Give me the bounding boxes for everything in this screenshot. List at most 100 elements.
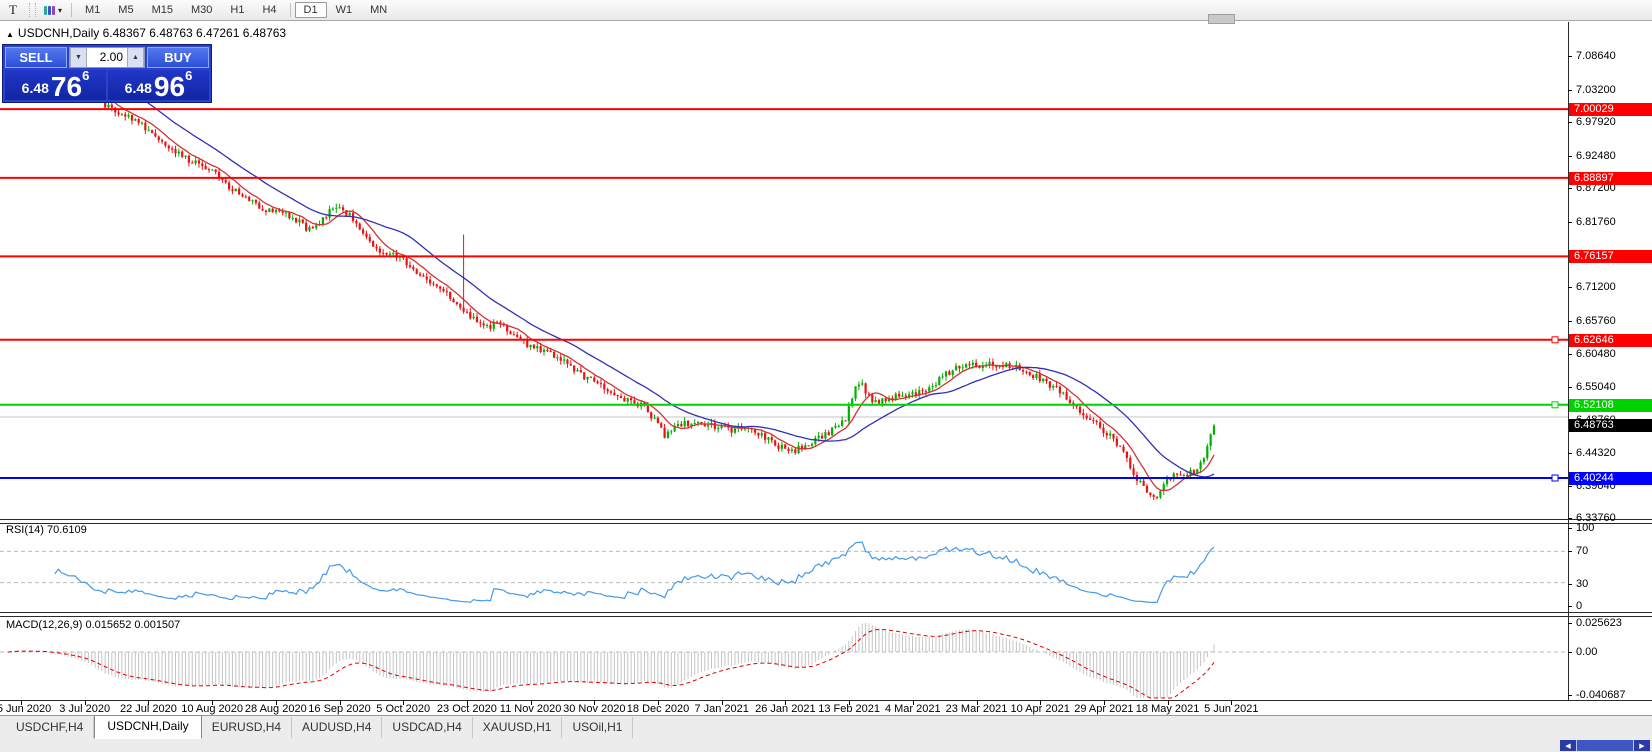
scroll-left-icon[interactable]: ◀ <box>1560 740 1576 751</box>
date-axis-tick <box>1040 701 1042 705</box>
chart-tab-eurusd[interactable]: EURUSD,H4 <box>202 717 293 738</box>
macd-tick-mark <box>1568 652 1572 653</box>
date-axis-tick <box>466 701 468 705</box>
price-tick-mark <box>1568 222 1572 223</box>
bottom-scrollbar-thumb[interactable] <box>1577 740 1633 751</box>
pane-separator[interactable] <box>0 612 1652 613</box>
rsi-tick-mark <box>1568 584 1572 585</box>
timeframe-button-m15[interactable]: M15 <box>143 2 182 18</box>
volume-increase-button[interactable]: ▲ <box>127 48 144 67</box>
timeframe-button-mn[interactable]: MN <box>361 2 396 18</box>
volume-stepper: ▼ 2.00 ▲ <box>69 47 145 68</box>
timeframe-button-w1[interactable]: W1 <box>327 2 362 18</box>
price-level-badge: 6.40244 <box>1569 472 1652 485</box>
chart-tab-usdcad[interactable]: USDCAD,H4 <box>382 717 473 738</box>
timeframe-button-group: M1 M5 M15 M30 H1 H4 D1 W1 MN <box>76 2 396 18</box>
volume-decrease-button[interactable]: ▼ <box>70 48 87 67</box>
price-tick-mark <box>1568 90 1572 91</box>
chart-tab-xauusd[interactable]: XAUUSD,H1 <box>473 717 563 738</box>
rsi-tick-label: 100 <box>1576 522 1595 534</box>
price-tick-mark <box>1568 122 1572 123</box>
sell-button[interactable]: SELL <box>5 47 67 68</box>
macd-tick-mark <box>1568 695 1572 696</box>
date-axis-tick <box>403 701 405 705</box>
buy-price-prefix: 6.48 <box>124 80 152 96</box>
date-axis-tick <box>212 701 214 705</box>
macd-tick-label: 0.025623 <box>1576 617 1622 629</box>
date-axis-tick <box>1103 701 1105 705</box>
price-level-badge: 6.76157 <box>1569 250 1652 263</box>
price-tick-mark <box>1568 486 1572 487</box>
timeframe-button-m1[interactable]: M1 <box>76 2 109 18</box>
chart-tab-bar: USDCHF,H4 USDCNH,Daily EURUSD,H4 AUDUSD,H4 U… <box>0 715 1652 739</box>
rsi-tick-mark <box>1568 551 1572 552</box>
text-tool-button[interactable]: T <box>1 1 25 19</box>
timeframe-button-m5[interactable]: M5 <box>109 2 142 18</box>
date-axis-tick <box>912 701 914 705</box>
macd-tick-mark <box>1568 623 1572 624</box>
scroll-right-icon[interactable]: ▶ <box>1634 740 1650 751</box>
chart-tab-usdchf[interactable]: USDCHF,H4 <box>6 717 95 738</box>
macd-tick-label: -0.040687 <box>1576 689 1626 701</box>
crayon-icon <box>48 5 51 15</box>
price-tick-label: 6.60480 <box>1576 348 1616 360</box>
chevron-down-icon: ▾ <box>58 5 63 15</box>
date-axis-tick <box>84 701 86 705</box>
chart-collapse-icon[interactable]: ▲ <box>6 30 14 39</box>
buy-button[interactable]: BUY <box>147 47 209 68</box>
price-tick-mark <box>1568 188 1572 189</box>
date-axis-tick <box>721 701 723 705</box>
sell-price-pip: 6 <box>82 68 90 83</box>
price-tick-label: 6.92480 <box>1576 150 1616 162</box>
price-tick-mark <box>1568 354 1572 355</box>
crayon-icon <box>44 5 47 15</box>
date-axis-tick <box>1231 701 1233 705</box>
price-tick-mark <box>1568 156 1572 157</box>
toolbar-separator <box>289 3 291 17</box>
price-axis-line <box>1568 22 1569 701</box>
date-axis-tick <box>849 701 851 705</box>
crayon-icon <box>52 5 55 15</box>
drawing-tools-button[interactable]: ▾ <box>40 1 66 19</box>
chart-scrollbar-thumb[interactable] <box>1208 14 1235 24</box>
price-tick-mark <box>1568 387 1572 388</box>
price-tick-label: 6.44320 <box>1576 447 1616 459</box>
price-tick-label: 6.97920 <box>1576 116 1616 128</box>
price-level-badge: 6.62646 <box>1569 334 1652 347</box>
price-tick-label: 6.71200 <box>1576 281 1616 293</box>
bottom-scrollbar: ◀ ▶ <box>1560 740 1650 751</box>
price-level-badge: 7.00029 <box>1569 103 1652 116</box>
price-tick-label: 6.81760 <box>1576 216 1616 228</box>
date-axis-tick <box>339 701 341 705</box>
pane-separator <box>0 523 1652 524</box>
pane-separator[interactable] <box>0 519 1652 520</box>
date-axis-tick <box>785 701 787 705</box>
timeframe-button-h4[interactable]: H4 <box>253 2 285 18</box>
chart-tab-usoil[interactable]: USOil,H1 <box>562 717 634 738</box>
sell-price[interactable]: 6.48 76 6 <box>5 68 106 101</box>
pane-separator <box>0 616 1652 617</box>
status-bar: ◀ ▶ <box>0 739 1652 752</box>
rsi-tick-label: 0 <box>1576 600 1583 612</box>
price-chart[interactable] <box>0 0 1652 752</box>
buy-price-pip: 6 <box>185 68 193 83</box>
timeframe-button-h1[interactable]: H1 <box>221 2 253 18</box>
timeframe-button-m30[interactable]: M30 <box>182 2 221 18</box>
macd-label: MACD(12,26,9) 0.015652 0.001507 <box>6 619 181 631</box>
one-click-trade-panel: SELL ▼ 2.00 ▲ BUY 6.48 76 6 6.48 96 6 <box>2 44 212 103</box>
chart-tab-audusd[interactable]: AUDUSD,H4 <box>292 717 383 738</box>
price-tick-mark <box>1568 56 1572 57</box>
date-axis-tick <box>658 701 659 705</box>
price-tick-label: 7.08640 <box>1576 50 1616 62</box>
date-axis-tick <box>530 701 532 705</box>
timeframe-button-d1[interactable]: D1 <box>294 2 327 18</box>
price-tick-mark <box>1568 518 1572 519</box>
buy-price[interactable]: 6.48 96 6 <box>108 68 209 102</box>
buy-price-big: 96 <box>153 71 186 102</box>
volume-value[interactable]: 2.00 <box>87 48 127 67</box>
price-tick-label: 6.65760 <box>1576 315 1616 327</box>
chart-title: ▲ USDCNH,Daily 6.48367 6.48763 6.47261 6.… <box>6 26 286 40</box>
rsi-tick-mark <box>1568 528 1572 529</box>
chart-tab-usdcnh[interactable]: USDCNH,Daily <box>94 715 202 739</box>
toolbar-separator <box>71 3 73 17</box>
